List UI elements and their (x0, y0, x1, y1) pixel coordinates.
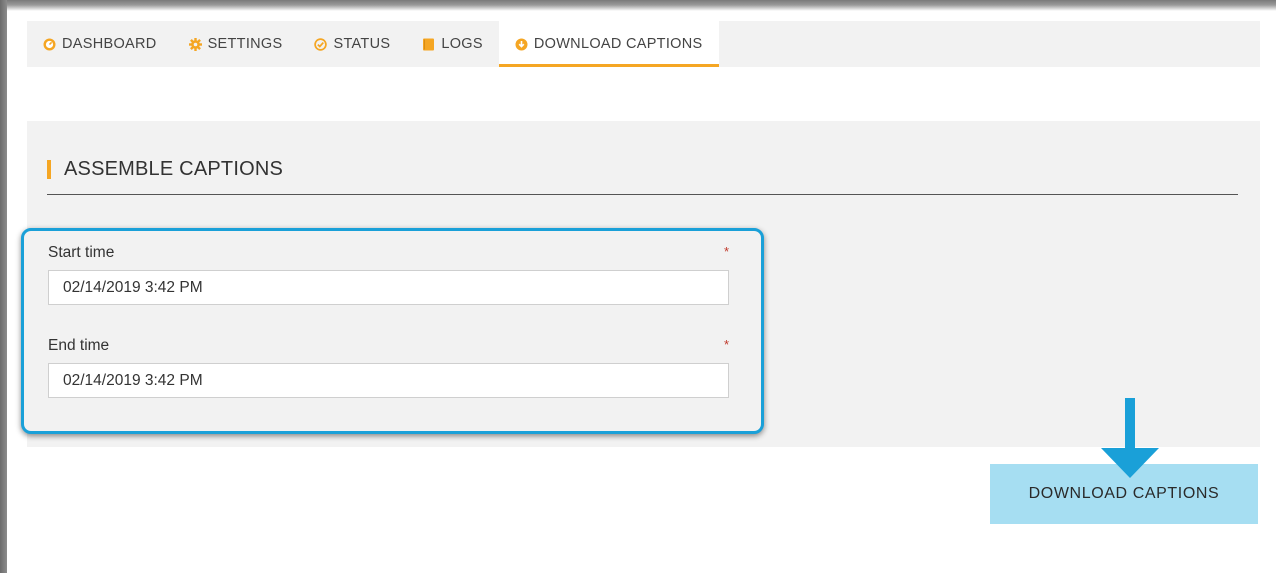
dashboard-icon (43, 38, 56, 51)
gear-icon (188, 37, 202, 51)
tab-label: DOWNLOAD CAPTIONS (533, 36, 703, 52)
tab-dashboard[interactable]: DASHBOARD (27, 21, 173, 67)
end-time-input[interactable] (48, 363, 729, 398)
end-time-required-mark: * (724, 337, 730, 352)
end-time-label: End time (48, 337, 110, 354)
tab-status[interactable]: STATUS (298, 21, 406, 67)
section-title: ASSEMBLE CAPTIONS (64, 158, 284, 180)
section-header: ASSEMBLE CAPTIONS (47, 158, 283, 181)
arrow-down-icon (1101, 398, 1159, 478)
check-circle-icon (314, 37, 328, 51)
section-accent-bar (47, 160, 51, 179)
tab-label: SETTINGS (207, 36, 283, 52)
tab-label: LOGS (441, 36, 483, 52)
section-divider (47, 194, 1238, 195)
book-icon (422, 38, 435, 51)
tab-download-captions[interactable]: DOWNLOAD CAPTIONS (498, 21, 719, 67)
start-time-required-mark: * (724, 244, 730, 259)
tab-label: DASHBOARD (62, 36, 157, 52)
tab-label: STATUS (333, 36, 391, 52)
tab-logs[interactable]: LOGS (406, 21, 499, 67)
start-time-label: Start time (48, 244, 115, 261)
time-range-form: Start time * End time * (21, 228, 764, 434)
top-nav: DASHBOARD SETTINGS STATUS LOGS DOWNLOAD … (27, 21, 1260, 67)
tab-settings[interactable]: SETTINGS (173, 21, 299, 67)
download-circle-icon (515, 38, 528, 51)
start-time-input[interactable] (48, 270, 729, 305)
window-frame-left (0, 0, 7, 573)
window-frame-top (0, 0, 1276, 11)
